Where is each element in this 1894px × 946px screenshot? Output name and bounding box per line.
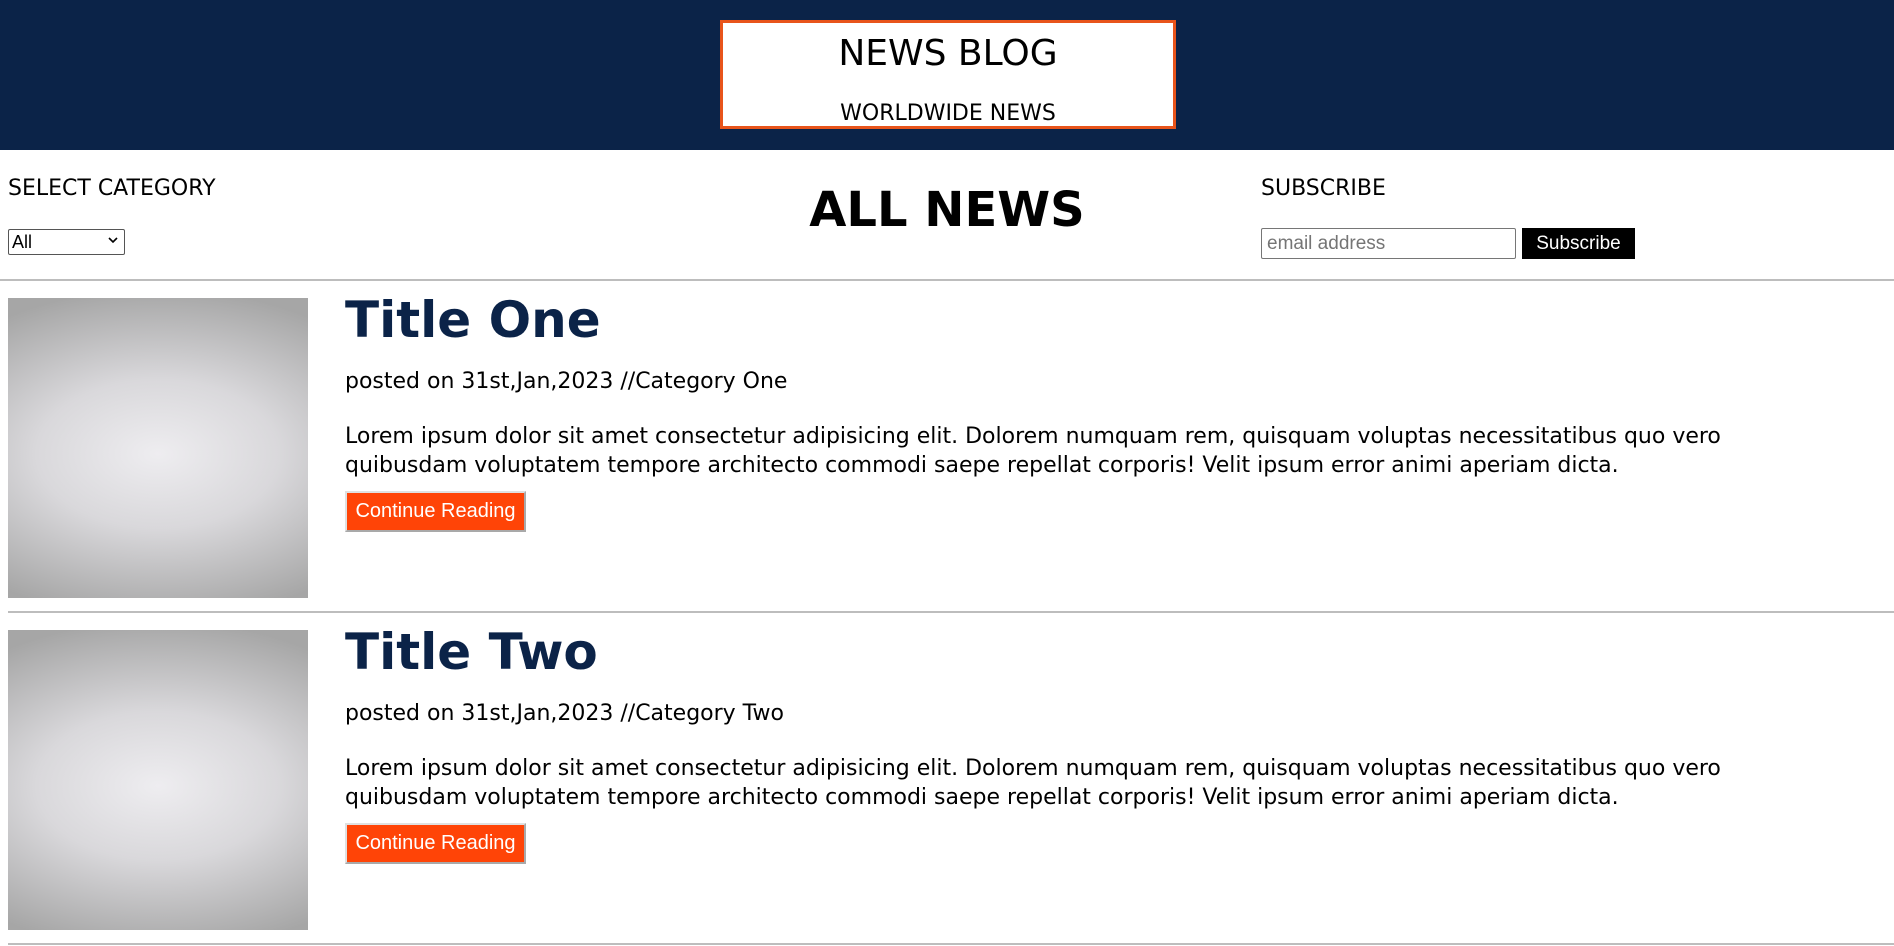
site-title: NEWS BLOG: [838, 33, 1058, 74]
post-excerpt: Lorem ipsum dolor sit amet consectetur a…: [345, 424, 1721, 478]
continue-reading-button[interactable]: Continue Reading: [345, 823, 526, 864]
post-title[interactable]: Title One: [345, 291, 601, 349]
post-meta: posted on 31st,Jan,2023 //Category Two: [345, 701, 784, 726]
post-excerpt: Lorem ipsum dolor sit amet consectetur a…: [345, 756, 1721, 810]
site-logo[interactable]: NEWS BLOG WORLDWIDE NEWS: [720, 20, 1176, 129]
post-divider: [8, 943, 1894, 945]
post-card: Title Two posted on 31st,Jan,2023 //Cate…: [0, 613, 1894, 945]
post-thumbnail[interactable]: [8, 298, 308, 598]
site-header: NEWS BLOG WORLDWIDE NEWS: [0, 0, 1894, 150]
controls-bar: SELECT CATEGORY All ALL NEWS SUBSCRIBE S…: [0, 150, 1894, 280]
subscribe-button[interactable]: Subscribe: [1522, 228, 1635, 259]
post-meta: posted on 31st,Jan,2023 //Category One: [345, 369, 788, 394]
post-thumbnail[interactable]: [8, 630, 308, 930]
email-field[interactable]: [1261, 228, 1516, 259]
continue-reading-button[interactable]: Continue Reading: [345, 491, 526, 532]
site-tagline: WORLDWIDE NEWS: [840, 101, 1056, 126]
subscribe-label: SUBSCRIBE: [1261, 176, 1386, 201]
post-card: Title One posted on 31st,Jan,2023 //Cate…: [0, 281, 1894, 613]
post-title[interactable]: Title Two: [345, 623, 598, 681]
